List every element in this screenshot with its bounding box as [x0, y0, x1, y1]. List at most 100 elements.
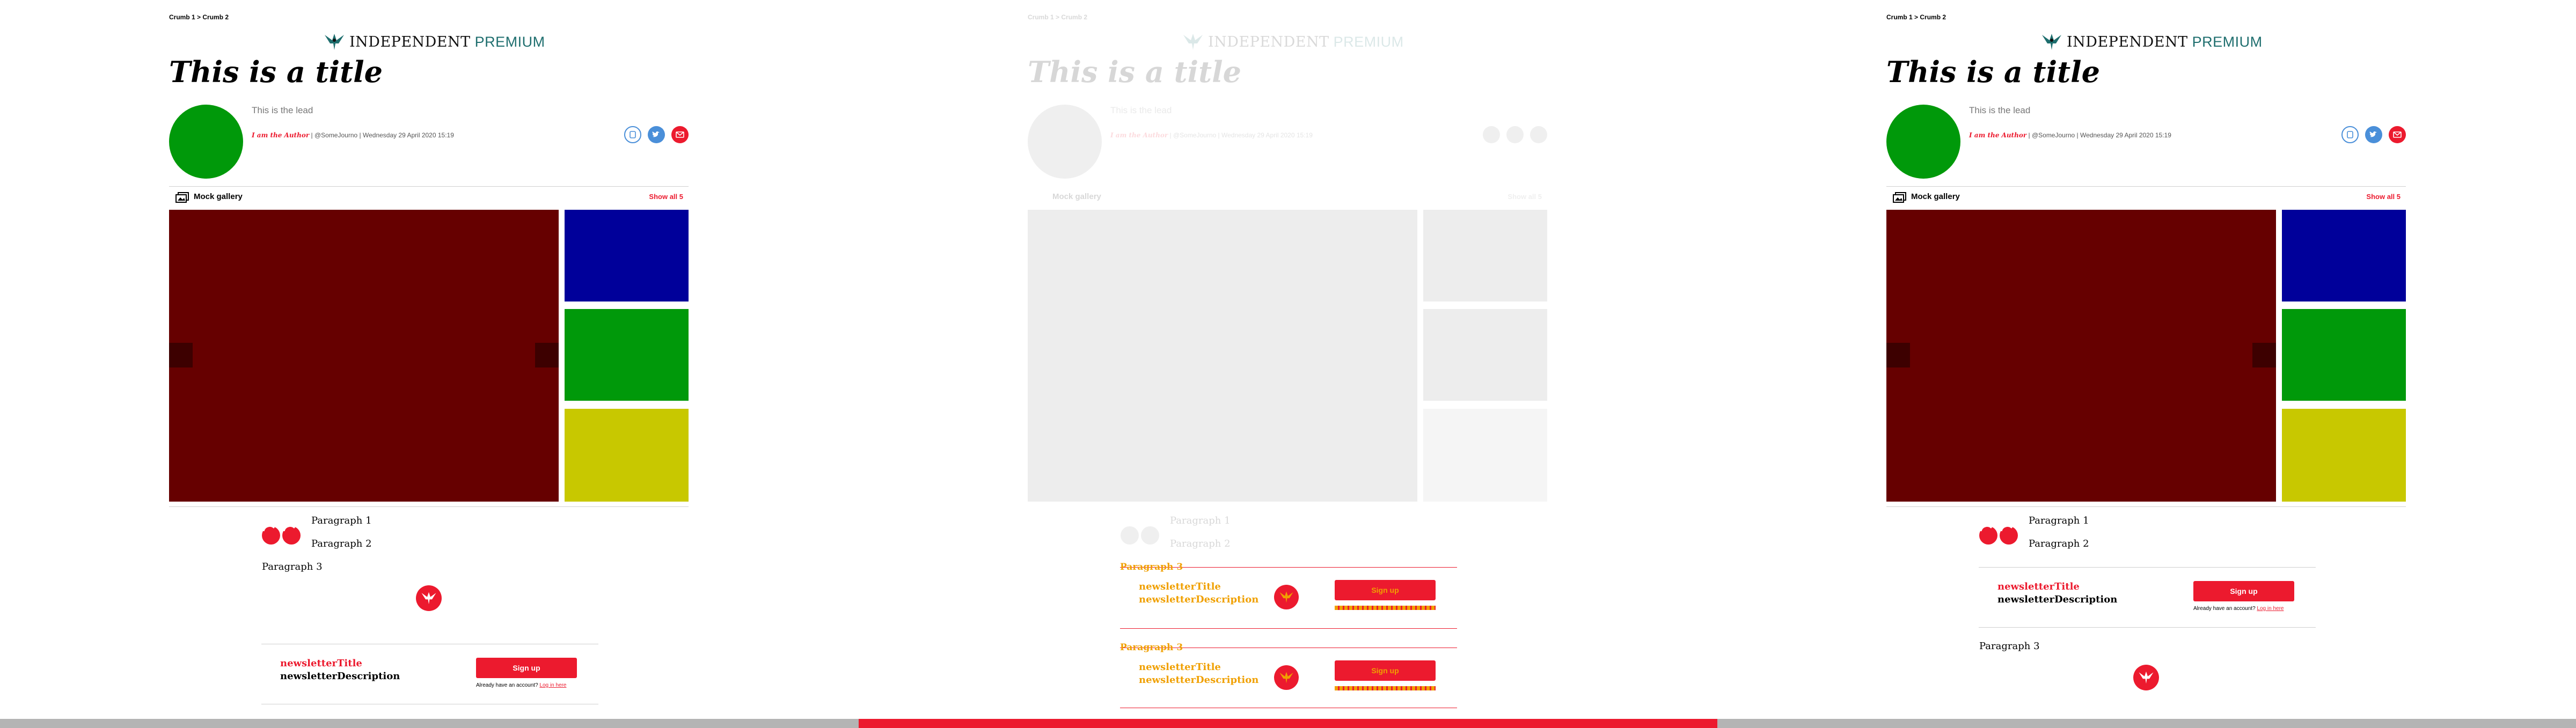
- author-name[interactable]: I am the Author: [252, 131, 309, 139]
- gallery-icon: [1893, 192, 1906, 203]
- article-lead: This is the lead: [252, 105, 313, 115]
- twitter-icon[interactable]: [1506, 126, 1524, 143]
- gallery-thumbnail[interactable]: [1423, 210, 1547, 302]
- gallery-main-image[interactable]: [1028, 210, 1417, 502]
- author-handle[interactable]: @SomeJourno: [314, 131, 357, 139]
- account-text: Already have an account?: [476, 682, 538, 688]
- gallery-thumbnail[interactable]: [2282, 409, 2406, 502]
- share-bar: [1483, 126, 1547, 143]
- brand-logo[interactable]: INDEPENDENT PREMIUM: [1182, 32, 1404, 52]
- breadcrumb: Crumb 1 > Crumb 2: [1028, 13, 1087, 21]
- newsletter-title: newsletterTitle: [1139, 661, 1221, 673]
- newsletter-title: newsletterTitle: [280, 658, 362, 669]
- paragraph-1: Paragraph 1: [311, 515, 372, 526]
- account-prompt: Already have an account? Log in here: [2193, 606, 2284, 612]
- gallery-thumbnail[interactable]: [2282, 309, 2406, 401]
- show-all-link[interactable]: Show all 5: [2366, 193, 2401, 201]
- breadcrumb: Crumb 1 > Crumb 2: [169, 13, 229, 21]
- newsletter-description: newsletterDescription: [280, 671, 400, 682]
- quote-icon: [262, 525, 301, 545]
- breadcrumb-item-1[interactable]: Crumb 1: [1886, 13, 1913, 21]
- gallery-thumbnail[interactable]: [1423, 309, 1547, 401]
- newsletter-drag-ghost: Paragraph 3 newsletterTitle newsletterDe…: [1120, 642, 1457, 710]
- newsletter-title: newsletterTitle: [1139, 581, 1221, 592]
- signup-button[interactable]: Sign up: [1335, 660, 1436, 681]
- breadcrumb: Crumb 1 > Crumb 2: [1886, 13, 1946, 21]
- gallery-prev-button[interactable]: [169, 343, 193, 367]
- brand-logo[interactable]: INDEPENDENT PREMIUM: [324, 32, 545, 52]
- breadcrumb-item-2[interactable]: Crumb 2: [1920, 13, 1946, 21]
- signup-button[interactable]: Sign up: [1335, 580, 1436, 600]
- gallery-thumbnail[interactable]: [565, 409, 689, 502]
- twitter-icon[interactable]: [648, 126, 665, 143]
- brand-premium-label: PREMIUM: [2192, 33, 2263, 50]
- paragraph-1: Paragraph 1: [1170, 515, 1231, 526]
- gallery-header: Mock gallery Show all 5: [1886, 191, 2406, 204]
- publish-date: Wednesday 29 April 2020 15:19: [2080, 131, 2171, 139]
- transition-progress-bar: [0, 719, 2576, 728]
- email-icon[interactable]: [671, 126, 689, 143]
- login-link[interactable]: Log in here: [2257, 606, 2284, 612]
- account-prompt: [1335, 606, 1436, 610]
- gallery-next-button[interactable]: [2252, 343, 2276, 367]
- author-name[interactable]: I am the Author: [1110, 131, 1168, 139]
- gallery-thumbnail[interactable]: [1423, 409, 1547, 502]
- email-icon[interactable]: [1530, 126, 1547, 143]
- gallery-thumbnail[interactable]: [2282, 210, 2406, 302]
- gallery-thumbnail[interactable]: [565, 309, 689, 401]
- show-all-link[interactable]: Show all 5: [1507, 193, 1542, 201]
- breadcrumb-item-2[interactable]: Crumb 2: [202, 13, 229, 21]
- paragraph-2: Paragraph 2: [2029, 538, 2089, 549]
- newsletter-description: newsletterDescription: [1139, 594, 1259, 605]
- author-handle[interactable]: @SomeJourno: [2032, 131, 2075, 139]
- avatar: [169, 105, 243, 179]
- bookmark-icon[interactable]: [2341, 126, 2359, 143]
- show-all-link[interactable]: Show all 5: [649, 193, 683, 201]
- eagle-icon: [416, 585, 442, 611]
- transition-progress-fill: [859, 719, 1717, 728]
- gallery-header: Mock gallery Show all 5: [1028, 191, 1547, 204]
- gallery-thumbnail[interactable]: [565, 210, 689, 302]
- bookmark-icon[interactable]: [624, 126, 641, 143]
- article-lead: This is the lead: [1110, 105, 1172, 115]
- account-prompt: Already have an account? Log in here: [476, 682, 566, 688]
- eagle-icon: [325, 34, 344, 50]
- article-panel-transition: Crumb 1 > Crumb 2 INDEPENDENT PREMIUM Th…: [859, 0, 1717, 719]
- signup-button[interactable]: Sign up: [2193, 581, 2294, 601]
- login-link[interactable]: Log in here: [539, 682, 566, 688]
- breadcrumb-item-1[interactable]: Crumb 1: [1028, 13, 1054, 21]
- divider: [1120, 628, 1457, 629]
- breadcrumb-item-1[interactable]: Crumb 1: [169, 13, 195, 21]
- share-bar: [624, 126, 689, 143]
- breadcrumb-separator: >: [1056, 13, 1060, 21]
- bookmark-icon[interactable]: [1483, 126, 1500, 143]
- article-container: Crumb 1 > Crumb 2 INDEPENDENT PREMIUM Th…: [1886, 0, 2406, 719]
- gallery-next-button[interactable]: [535, 343, 559, 367]
- divider: [1886, 506, 2406, 507]
- newsletter-signup: newsletterTitle newsletterDescription Si…: [1979, 567, 2316, 628]
- quote-icon: [1979, 525, 2018, 545]
- brand-logo[interactable]: INDEPENDENT PREMIUM: [2041, 32, 2263, 52]
- author-handle[interactable]: @SomeJourno: [1173, 131, 1216, 139]
- paragraph-2: Paragraph 2: [311, 538, 372, 549]
- author-name[interactable]: I am the Author: [1969, 131, 2026, 139]
- brand-premium-label: PREMIUM: [474, 33, 545, 50]
- page-title: This is a title: [1886, 55, 2100, 89]
- gallery-title: Mock gallery: [1911, 192, 1960, 201]
- gallery-prev-button[interactable]: [1886, 343, 1910, 367]
- byline: I am the Author | @SomeJourno | Wednesda…: [1110, 131, 1313, 139]
- byline: I am the Author | @SomeJourno | Wednesda…: [1969, 131, 2171, 139]
- publish-date: Wednesday 29 April 2020 15:19: [362, 131, 454, 139]
- signup-button[interactable]: Sign up: [476, 658, 577, 678]
- gallery-main-image[interactable]: [1886, 210, 2276, 502]
- breadcrumb-item-2[interactable]: Crumb 2: [1061, 13, 1087, 21]
- breadcrumb-separator: >: [1914, 13, 1919, 21]
- twitter-icon[interactable]: [2365, 126, 2382, 143]
- quote-icon: [1121, 526, 1159, 545]
- breadcrumb-separator: >: [197, 13, 201, 21]
- email-icon[interactable]: [2389, 126, 2406, 143]
- brand-name: INDEPENDENT: [2067, 33, 2188, 50]
- article-container: Crumb 1 > Crumb 2 INDEPENDENT PREMIUM Th…: [1028, 0, 1547, 719]
- eagle-icon: [1183, 34, 1203, 50]
- gallery-main-image[interactable]: [169, 210, 559, 502]
